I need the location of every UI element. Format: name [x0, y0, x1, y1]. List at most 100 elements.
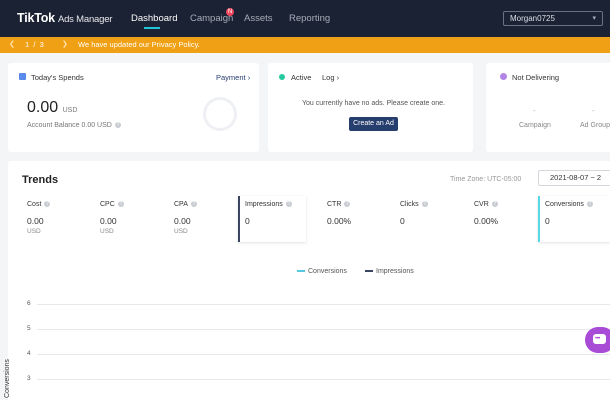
warning-icon — [500, 73, 507, 80]
no-ads-message: You currently have no ads. Please create… — [302, 100, 445, 107]
chevron-right-icon: › — [247, 73, 251, 82]
date-range-picker[interactable]: 2021-08-07 ~ 2 — [538, 170, 610, 186]
help-icon[interactable]: ? — [344, 201, 351, 208]
todays-spends-card: Today's Spends Payment › 0.00 USD Accoun… — [8, 63, 259, 152]
metric-label: CPC? — [100, 201, 124, 208]
metric-value: 0.00 — [27, 216, 44, 226]
banner-next-icon[interactable]: ❯ — [62, 37, 68, 53]
help-icon[interactable]: ? — [285, 201, 292, 208]
banner-separator: / — [33, 40, 36, 49]
campaign-count: - — [533, 106, 536, 115]
spends-amount: 0.00 USD — [27, 99, 77, 117]
metric-label: Cost? — [27, 201, 51, 208]
create-ad-button[interactable]: Create an Ad — [349, 117, 398, 131]
metric-label-text: Conversions — [545, 201, 584, 208]
y-tick-label: 3 — [27, 375, 31, 382]
not-delivering-title: Not Delivering — [512, 73, 560, 82]
spends-currency: USD — [62, 107, 78, 114]
metric-label-text: Cost — [27, 201, 42, 208]
payment-link[interactable]: Payment › — [216, 73, 250, 82]
metric-unit: USD — [27, 228, 41, 235]
gridline — [37, 329, 610, 330]
log-link[interactable]: Log › — [322, 73, 339, 82]
legend-conversions[interactable]: Conversions — [297, 268, 347, 275]
account-balance-text: Account Balance 0.00 USD — [27, 122, 112, 129]
metric-label: Impressions? — [245, 201, 292, 208]
banner-current-page: 1 — [25, 40, 30, 49]
metric-label-text: CTR — [327, 201, 342, 208]
metric-label-text: CPA — [174, 201, 188, 208]
gridline — [37, 379, 610, 380]
help-icon[interactable]: ? — [586, 201, 593, 208]
gridline — [37, 304, 610, 305]
trends-title: Trends — [22, 174, 59, 186]
help-icon[interactable]: ? — [190, 201, 197, 208]
help-icon[interactable]: ? — [491, 201, 498, 208]
legend-swatch — [297, 270, 305, 273]
metric-value: 0.00% — [327, 216, 352, 226]
nav-reporting[interactable]: Reporting — [289, 13, 330, 24]
metric-ctr[interactable]: CTR? 0.00% — [322, 196, 390, 242]
metric-unit: USD — [174, 228, 188, 235]
legend-label: Conversions — [308, 268, 347, 275]
legend-swatch — [365, 270, 373, 273]
help-icon[interactable]: ? — [421, 201, 428, 208]
y-axis-label: Conversions — [4, 359, 11, 398]
wallet-icon — [19, 73, 26, 80]
not-delivering-card: Not Delivering - Campaign - Ad Group — [486, 63, 610, 152]
banner-prev-icon[interactable]: ❮ — [9, 37, 15, 53]
nav-assets[interactable]: Assets — [244, 13, 273, 24]
adgroup-count: - — [592, 106, 595, 115]
metric-value: 0.00% — [474, 216, 499, 226]
metric-label-text: Impressions — [245, 201, 283, 208]
metric-value: 0.00 — [174, 216, 191, 226]
metric-cpa[interactable]: CPA? 0.00 USD — [169, 196, 237, 242]
brand-subtitle: Ads Manager — [57, 14, 113, 25]
legend-impressions[interactable]: Impressions — [365, 268, 414, 275]
log-link-label: Log — [322, 73, 335, 82]
brand-name: TikTok — [17, 11, 55, 25]
active-title: Active — [291, 73, 312, 82]
gridline — [37, 354, 610, 355]
metric-label: Conversions? — [545, 201, 593, 208]
top-nav: TikTok Ads Manager Dashboard Campaign N A… — [0, 0, 610, 37]
metric-value: 0 — [245, 216, 250, 226]
metric-conversions[interactable]: Conversions? 0 — [538, 196, 610, 242]
nav-active-indicator — [144, 27, 160, 29]
account-selector[interactable]: Morgan0725 ▾ — [503, 11, 603, 26]
campaign-label: Campaign — [519, 122, 551, 129]
chat-support-button[interactable]: ••• — [585, 327, 610, 353]
banner-message[interactable]: We have updated our Privacy Policy. — [78, 37, 200, 53]
metric-unit: USD — [100, 228, 114, 235]
metric-cpc[interactable]: CPC? 0.00 USD — [95, 196, 163, 242]
banner-total-pages: 3 — [39, 40, 44, 49]
payment-link-label: Payment — [216, 73, 246, 82]
banner-pager: 1 / 3 — [25, 37, 44, 53]
announcement-banner: ❮ 1 / 3 ❯ We have updated our Privacy Po… — [0, 37, 610, 53]
metric-label-text: CVR — [474, 201, 489, 208]
help-icon[interactable]: ? — [114, 122, 121, 129]
adgroup-label: Ad Group — [580, 122, 610, 129]
help-icon[interactable]: ? — [117, 201, 124, 208]
metric-label: CPA? — [174, 201, 197, 208]
nav-dashboard[interactable]: Dashboard — [131, 13, 177, 24]
account-name: Morgan0725 — [510, 14, 555, 23]
metric-label-text: CPC — [100, 201, 115, 208]
metric-value: 0.00 — [100, 216, 117, 226]
help-icon[interactable]: ? — [44, 201, 51, 208]
metric-cvr[interactable]: CVR? 0.00% — [469, 196, 537, 242]
metric-label-text: Clicks — [400, 201, 419, 208]
metric-impressions[interactable]: Impressions? 0 — [238, 196, 306, 242]
brand-logo[interactable]: TikTok Ads Manager — [17, 11, 112, 25]
y-tick-label: 6 — [27, 300, 31, 307]
spends-amount-value: 0.00 — [27, 99, 59, 116]
metric-value: 0 — [545, 216, 550, 226]
campaign-notification-badge: N — [226, 8, 234, 16]
metric-cost[interactable]: Cost? 0.00 USD — [22, 196, 90, 242]
y-tick-label: 4 — [27, 350, 31, 357]
metric-clicks[interactable]: Clicks? 0 — [395, 196, 463, 242]
chevron-right-icon: › — [336, 73, 340, 82]
metric-label: CTR? — [327, 201, 351, 208]
account-balance: Account Balance 0.00 USD? — [27, 122, 121, 129]
active-ads-card: Active Log › You currently have no ads. … — [268, 63, 473, 152]
